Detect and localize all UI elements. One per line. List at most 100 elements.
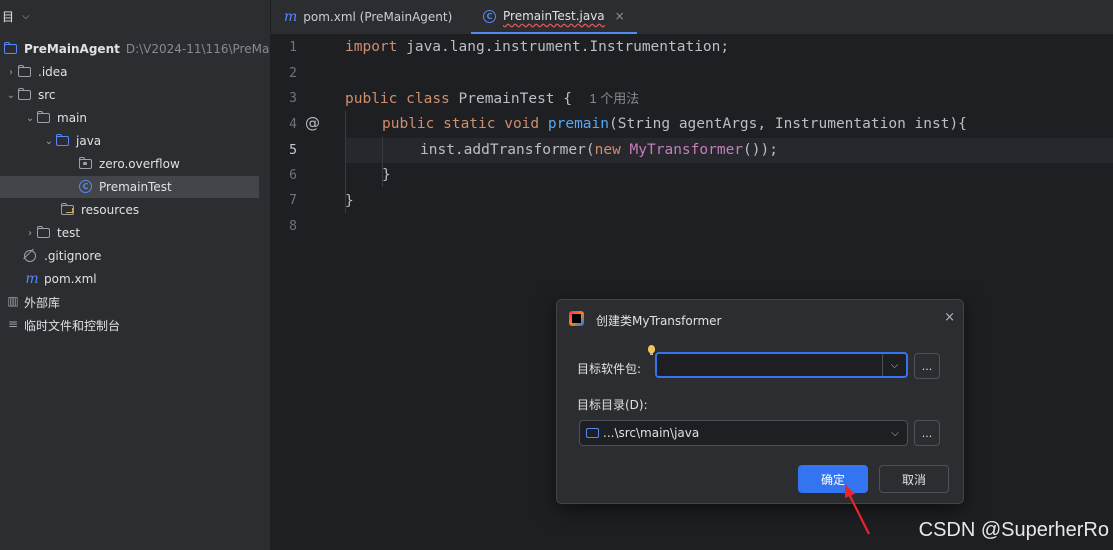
resources-folder-icon (60, 202, 77, 218)
tree-item-label: PreMainAgent (24, 42, 120, 56)
method-name: premain (547, 116, 609, 132)
code-line-5: inst.addTransformer(new MyTransformer())… (420, 138, 778, 163)
maven-icon: m (284, 9, 298, 25)
keyword: class (406, 91, 450, 107)
keyword: new (594, 142, 621, 158)
folder-icon (17, 87, 34, 103)
tree-item-label: .gitignore (44, 249, 102, 263)
line-number: 7 (289, 193, 297, 208)
directory-browse-button[interactable]: ... (914, 420, 940, 446)
tree-item-gitignore[interactable]: .gitignore (24, 245, 101, 267)
annotation-at-icon[interactable]: @ (305, 114, 320, 132)
tree-item-label: java (76, 134, 102, 148)
package-icon (78, 156, 95, 172)
tree-item-scratches[interactable]: ≡ 临时文件和控制台 (6, 314, 120, 336)
line-number: 3 (289, 91, 297, 106)
editor-tab-bar: m pom.xml (PreMainAgent) C PremainTest.j… (271, 0, 1113, 35)
tab-premaintest-java[interactable]: C PremainTest.java × (471, 0, 637, 34)
code-text: inst.addTransformer( (420, 142, 595, 158)
library-icon: ▥ (7, 294, 19, 308)
code-line-1: import java.lang.instrument.Instrumentat… (345, 35, 729, 60)
tree-item-package[interactable]: zero.overflow (78, 153, 180, 175)
red-arrow-annotation (845, 484, 870, 535)
tree-item-project-root[interactable]: PreMainAgent D:\V2024-11\116\PreMainA (3, 38, 270, 60)
code-line-3: public class PremainTest { 1 个用法 (345, 86, 639, 111)
directory-value: ...\src\main\java (580, 426, 883, 440)
cancel-button[interactable]: 取消 (879, 465, 949, 493)
code-line-6: } (382, 167, 391, 183)
tree-item-src[interactable]: ⌄ src (4, 84, 56, 106)
chevron-right-icon[interactable]: › (4, 67, 18, 78)
code-text: PremainTest { (449, 91, 573, 107)
directory-path: ...\src\main\java (603, 426, 700, 440)
project-panel-header[interactable]: 目 ⌵ (0, 0, 270, 32)
code-line-4: public static void premain(String agentA… (382, 112, 967, 137)
line-number: 2 (289, 66, 297, 81)
dialog-title: 创建类MyTransformer (596, 314, 722, 328)
keyword: import (345, 39, 398, 55)
tree-item-label: 临时文件和控制台 (24, 318, 121, 333)
line-number: 4 (289, 117, 297, 132)
tab-pom-xml[interactable]: m pom.xml (PreMainAgent) (284, 0, 452, 34)
tree-item-resources[interactable]: resources (60, 199, 140, 221)
project-path-hint: D:\V2024-11\116\PreMainA (125, 42, 270, 56)
tab-label: PremainTest.java (503, 9, 605, 23)
code-text: ()); (743, 142, 778, 158)
class-icon: C (483, 9, 496, 23)
line-number: 6 (289, 168, 297, 183)
chevron-down-icon[interactable]: ⌵ (883, 421, 907, 445)
keyword: public static void (382, 116, 540, 132)
tab-label: pom.xml (PreMainAgent) (303, 10, 453, 24)
tree-item-label: resources (81, 203, 140, 217)
chevron-down-icon[interactable]: ⌄ (42, 136, 56, 147)
tree-item-main[interactable]: ⌄ main (23, 107, 87, 129)
tree-item-label: 外部库 (24, 295, 61, 310)
close-icon[interactable]: × (615, 9, 625, 23)
line-number: 8 (289, 219, 297, 234)
tree-item-label: pom.xml (44, 272, 97, 286)
tree-item-java[interactable]: ⌄ java (42, 130, 101, 152)
source-folder-icon (55, 133, 72, 149)
intellij-logo-icon (569, 311, 584, 326)
scratches-icon: ≡ (7, 317, 19, 331)
create-class-dialog: 创建类MyTransformer × 目标软件包: ⌵ ... 目标目录(D):… (556, 299, 964, 504)
chevron-right-icon[interactable]: › (23, 228, 37, 239)
watermark: CSDN @SuperherRo (918, 519, 1109, 541)
tree-item-label: PremainTest (99, 180, 172, 194)
code-text: (String agentArgs, Instrumentation inst)… (608, 116, 967, 132)
code-text: java.lang.instrument.Instrumentation; (397, 39, 730, 55)
project-panel: 目 ⌵ PreMainAgent D:\V2024-11\116\PreMain… (0, 0, 271, 550)
line-number: 5 (289, 143, 297, 158)
chevron-down-icon[interactable]: ⌵ (22, 11, 30, 22)
tree-item-label: .idea (38, 65, 68, 79)
line-number: 1 (289, 40, 297, 55)
tree-item-premaintest[interactable]: C PremainTest (0, 176, 259, 198)
package-label: 目标软件包: (577, 362, 642, 376)
tree-item-external-libraries[interactable]: ▥ 外部库 (6, 291, 60, 313)
unresolved-class[interactable]: MyTransformer (630, 142, 744, 158)
keyword: public (345, 91, 398, 107)
chevron-down-icon[interactable]: ⌄ (23, 113, 37, 124)
tree-item-pom[interactable]: m pom.xml (24, 268, 97, 290)
tree-item-label: main (57, 111, 87, 125)
directory-label: 目标目录(D): (577, 398, 648, 412)
chevron-down-icon[interactable]: ⌵ (882, 354, 906, 376)
lightbulb-icon[interactable] (648, 345, 655, 355)
tree-item-test[interactable]: › test (23, 222, 80, 244)
tree-item-idea[interactable]: › .idea (4, 61, 68, 83)
usage-hint[interactable]: 1 个用法 (589, 91, 639, 106)
tree-item-label: test (57, 226, 81, 240)
folder-icon (17, 64, 34, 80)
code-line-7: } (345, 193, 354, 209)
package-combobox[interactable]: ⌵ (655, 352, 908, 378)
close-icon[interactable]: × (944, 310, 955, 325)
ignore-file-icon (24, 248, 40, 264)
tree-item-label: zero.overflow (99, 157, 180, 171)
class-icon: C (79, 179, 95, 195)
directory-combobox[interactable]: ...\src\main\java ⌵ (579, 420, 908, 446)
chevron-down-icon[interactable]: ⌄ (4, 90, 18, 101)
folder-icon (36, 225, 53, 241)
project-folder-icon (3, 41, 20, 57)
tree-item-label: src (38, 88, 56, 102)
package-browse-button[interactable]: ... (914, 353, 940, 379)
